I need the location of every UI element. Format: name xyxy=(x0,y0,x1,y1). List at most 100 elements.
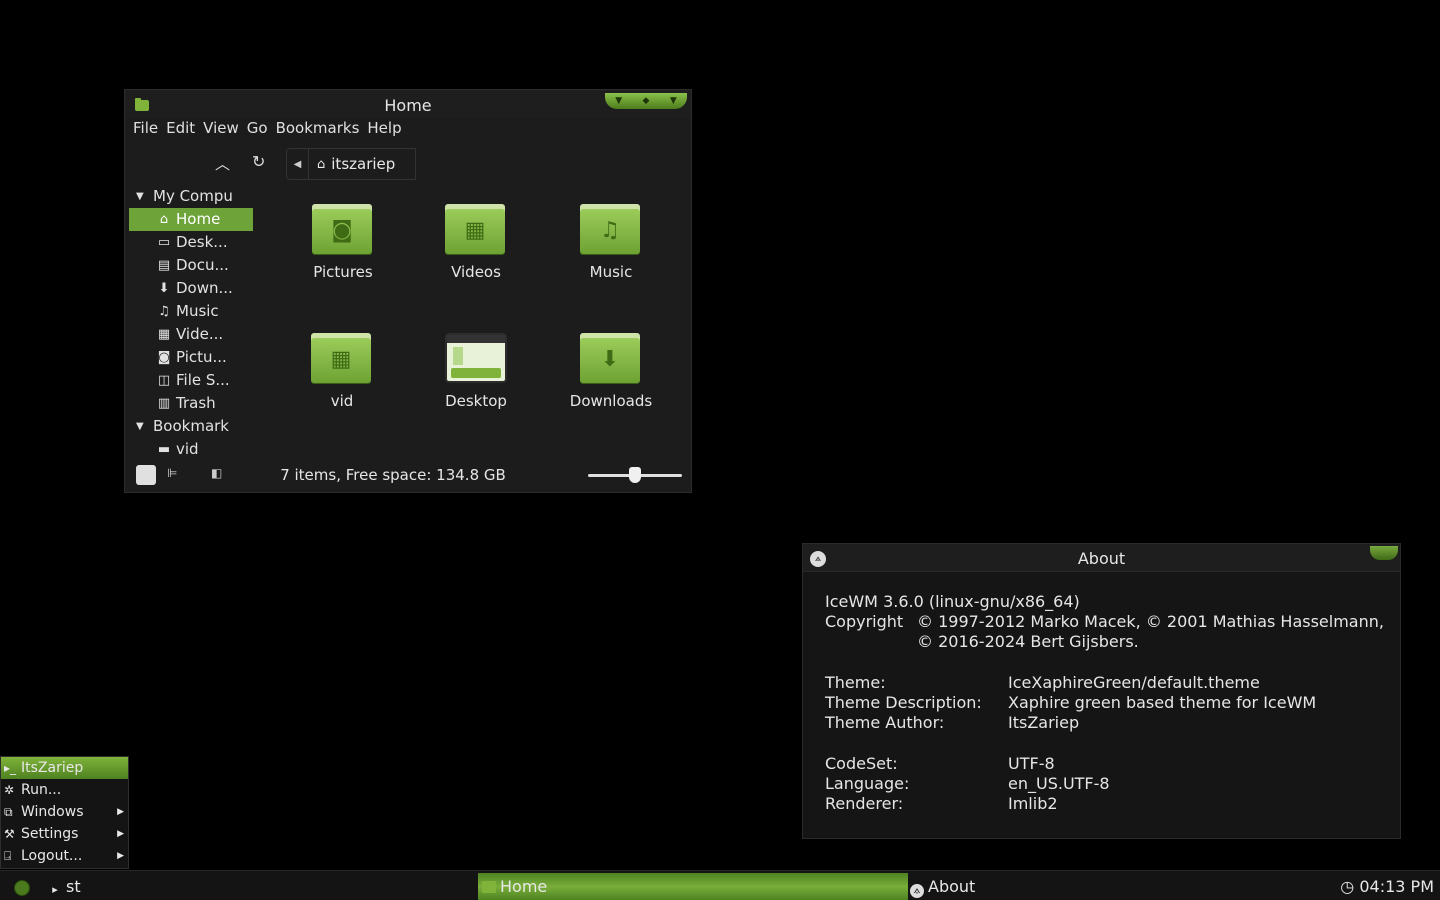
download-icon: ⬇ xyxy=(158,281,170,296)
sidebar-item-trash[interactable]: ▥ Trash xyxy=(129,392,253,415)
zoom-slider[interactable] xyxy=(588,467,682,483)
maximize-button[interactable]: ◆ xyxy=(635,94,657,108)
sidebar-item-music[interactable]: ♫ Music xyxy=(129,300,253,323)
close-button[interactable]: ▼ xyxy=(662,94,684,108)
file-manager-window: Home ▼ ◆ ▼ File Edit View Go Bookmarks H… xyxy=(124,89,692,493)
submenu-arrow-icon: ▶ xyxy=(117,829,124,839)
file-item-vid[interactable]: ▦ vid xyxy=(287,333,397,410)
terminal-icon: ▸_ xyxy=(4,761,17,775)
file-label: Pictures xyxy=(313,263,373,281)
language-label: Language: xyxy=(825,774,910,793)
theme-value: IceXaphireGreen/default.theme xyxy=(1008,673,1260,692)
menu-help[interactable]: Help xyxy=(367,119,401,141)
menu-item-label: Settings xyxy=(21,826,79,842)
sidebar-item-downloads[interactable]: ⬇ Down... xyxy=(129,277,253,300)
theme-description-label: Theme Description: xyxy=(825,693,982,712)
theme-author-row: Theme Author: ItsZariep xyxy=(825,713,1384,733)
music-icon: ♫ xyxy=(600,218,620,243)
clock-icon: ◷ xyxy=(1340,877,1355,896)
file-view: ◙ Pictures ▦ Videos ♫ Music ▦ vid Deskto… xyxy=(275,200,685,460)
expand-triangle-icon[interactable]: ▼ xyxy=(136,185,144,208)
sidebar-item-vid[interactable]: ▬ vid xyxy=(129,438,253,455)
menu-item-windows[interactable]: ⧉ Windows ▶ xyxy=(1,801,128,823)
file-item-desktop[interactable]: Desktop xyxy=(421,333,531,410)
folder-pictures-icon: ◙ xyxy=(312,204,374,254)
sidebar-item-label: Down... xyxy=(176,279,233,297)
theme-author-value: ItsZariep xyxy=(1008,713,1080,732)
task-about[interactable]: ⟑ About xyxy=(910,873,975,900)
menu-view[interactable]: View xyxy=(203,119,239,141)
about-content: IceWM 3.6.0 (linux-gnu/x86_64) Copyright… xyxy=(825,592,1384,814)
menu-item-run[interactable]: ✲ Run... xyxy=(1,779,128,801)
wrench-icon: ⚒ xyxy=(4,827,15,841)
reload-icon[interactable]: ↻ xyxy=(252,152,265,171)
logout-icon: ⍈ xyxy=(4,849,12,863)
menu-go[interactable]: Go xyxy=(247,119,268,141)
file-label: vid xyxy=(330,392,354,410)
sidebar-item-desktop[interactable]: ▭ Desk... xyxy=(129,231,253,254)
folder-music-icon: ♫ xyxy=(580,204,642,254)
renderer-label: Renderer: xyxy=(825,794,904,813)
copyright-row: Copyright © 1997-2012 Marko Macek, © 200… xyxy=(825,612,1384,652)
toolbar: ︿ ↻ ◀ ⌂ itszariep xyxy=(125,145,691,181)
file-label: Desktop xyxy=(445,392,507,410)
sidebar-item-home[interactable]: ⌂ Home xyxy=(129,208,253,231)
file-item-downloads[interactable]: ⬇ Downloads xyxy=(556,333,666,410)
clock-text: 04:13 PM xyxy=(1359,877,1434,896)
menu-bookmarks[interactable]: Bookmarks xyxy=(276,119,360,141)
path-button-home[interactable]: ⌂ itszariep xyxy=(309,155,395,173)
taskbar: ▸ st Home ⟑ About ◷ 04:13 PM xyxy=(0,870,1440,900)
menu-item-settings[interactable]: ⚒ Settings ▶ xyxy=(1,823,128,845)
file-item-videos[interactable]: ▦ Videos xyxy=(421,204,531,281)
title-bar[interactable]: Home ▼ ◆ ▼ xyxy=(125,90,691,118)
sidebar-section-label: My Compu xyxy=(153,187,233,205)
sidebar-item-label: Trash xyxy=(176,394,216,412)
zoom-slider-thumb[interactable] xyxy=(629,467,641,483)
about-window: ⟑ About IceWM 3.6.0 (linux-gnu/x86_64) C… xyxy=(802,543,1401,839)
file-item-music[interactable]: ♫ Music xyxy=(556,204,666,281)
menu-item-terminal[interactable]: ▸_ ItsZariep xyxy=(1,757,128,779)
menu-edit[interactable]: Edit xyxy=(166,119,195,141)
status-bar: ⊫ ◧ 7 items, Free space: 134.8 GB xyxy=(125,458,691,492)
desktop-icon: ▭ xyxy=(157,235,171,250)
theme-row: Theme: IceXaphireGreen/default.theme xyxy=(825,673,1384,693)
window-title: About xyxy=(1077,549,1126,568)
submenu-arrow-icon: ▶ xyxy=(117,851,124,861)
codeset-row: CodeSet: UTF-8 xyxy=(825,754,1384,774)
file-item-pictures[interactable]: ◙ Pictures xyxy=(288,204,398,281)
start-button[interactable] xyxy=(14,880,30,896)
folder-vid-icon: ▦ xyxy=(311,333,373,383)
task-label: Home xyxy=(500,877,548,896)
menu-item-logout[interactable]: ⍈ Logout... ▶ xyxy=(1,845,128,867)
copyright-line: © 2016-2024 Bert Gijsbers. xyxy=(917,632,1139,651)
title-bar[interactable]: ⟑ About xyxy=(803,544,1400,572)
film-icon: ▦ xyxy=(464,218,486,243)
home-icon: ⌂ xyxy=(317,156,326,172)
clock[interactable]: ◷ 04:13 PM xyxy=(1340,873,1434,900)
codeset-label: CodeSet: xyxy=(825,754,898,773)
sidebar-section-my-computer[interactable]: ▼ My Compu xyxy=(129,185,253,208)
sidebar-item-label: Desk... xyxy=(176,233,228,251)
menu-file[interactable]: File xyxy=(133,119,158,141)
submenu-arrow-icon: ▶ xyxy=(117,807,124,817)
menu-bar: File Edit View Go Bookmarks Help xyxy=(125,119,410,141)
sidebar-section-label: Bookmark xyxy=(153,417,229,435)
up-arrow-icon[interactable]: ︿ xyxy=(215,153,230,174)
sidebar-item-label: vid xyxy=(176,440,199,455)
copyright-line: © 1997-2012 Marko Macek, © 2001 Mathias … xyxy=(917,612,1384,631)
sidebar-item-label: Vide... xyxy=(176,325,224,343)
sidebar-item-documents[interactable]: ▤ Docu... xyxy=(129,254,253,277)
task-home[interactable]: Home xyxy=(478,873,908,900)
close-button[interactable] xyxy=(1370,546,1398,560)
path-back-button[interactable]: ◀ xyxy=(287,149,309,179)
sidebar-item-filesystem[interactable]: ◫ File S... xyxy=(129,369,253,392)
minimize-button[interactable]: ▼ xyxy=(608,94,630,108)
renderer-value: Imlib2 xyxy=(1008,794,1058,813)
task-terminal[interactable]: ▸ st xyxy=(48,873,80,900)
sidebar-item-videos[interactable]: ▦ Vide... xyxy=(129,323,253,346)
expand-triangle-icon[interactable]: ▼ xyxy=(136,415,144,438)
sidebar-section-bookmarks[interactable]: ▼ Bookmark xyxy=(129,415,253,438)
sidebar-item-pictures[interactable]: ◙ Pictu... xyxy=(129,346,253,369)
icewm-logo-icon: ⟑ xyxy=(910,884,924,898)
path-label: itszariep xyxy=(331,155,396,173)
